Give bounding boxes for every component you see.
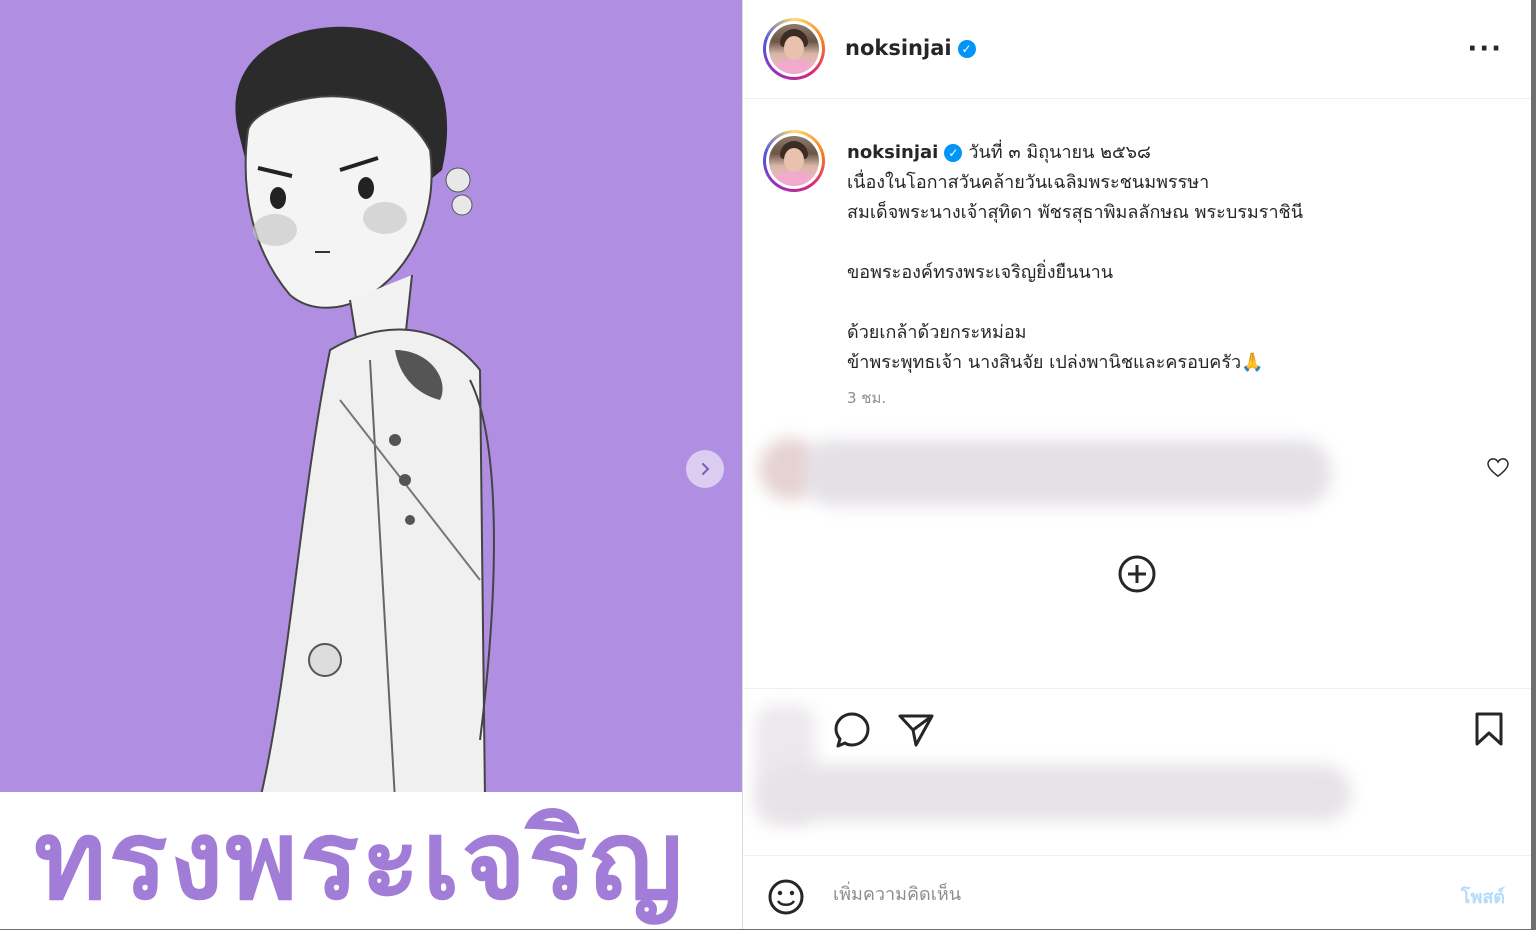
post-header: noksinjai ✓ ··· xyxy=(743,0,1531,99)
header-avatar[interactable] xyxy=(763,18,825,80)
caption-line: ขอพระองค์ทรงพระเจริญยิ่งยืนนาน xyxy=(847,262,1114,283)
post-dialog: ทรงพระเจริญ noksinjai ✓ ··· noksinjai ✓ วัน… xyxy=(0,0,1531,929)
comment-icon[interactable] xyxy=(833,711,871,753)
post-actions xyxy=(743,688,1531,855)
load-more-comments-icon[interactable] xyxy=(1117,554,1157,598)
share-icon[interactable] xyxy=(897,711,935,753)
post-time: 3 ชม. xyxy=(847,389,887,407)
caption-line: เนื่องในโอกาสวันคล้ายวันเฉลิมพระชนมพรรษา xyxy=(847,172,1210,193)
caption-line: สมเด็จพระนางเจ้าสุทิดา พัชรสุธาพิมลลักษณ… xyxy=(847,202,1304,223)
comment-input[interactable] xyxy=(831,876,1415,912)
caption-avatar[interactable] xyxy=(763,130,825,192)
blurred-comment xyxy=(803,440,1331,506)
verified-badge-icon: ✓ xyxy=(957,40,976,58)
chevron-right-icon xyxy=(702,463,710,475)
post-sidebar: noksinjai ✓ ··· noksinjai ✓ วันที่ ๓ มิถุนา… xyxy=(742,0,1531,929)
caption-username[interactable]: noksinjai xyxy=(847,142,938,163)
caption-line: ด้วยเกล้าด้วยกระหม่อม xyxy=(847,322,1027,343)
emoji-icon[interactable] xyxy=(767,878,805,920)
post-comment-button[interactable]: โพสต์ xyxy=(1461,882,1505,911)
post-caption: noksinjai ✓ วันที่ ๓ มิถุนายน ๒๕๖๘ เนื่องใ… xyxy=(847,138,1487,378)
woman-illustration xyxy=(235,26,495,800)
post-media[interactable]: ทรงพระเจริญ xyxy=(0,0,742,929)
caption-date: วันที่ ๓ มิถุนายน ๒๕๖๘ xyxy=(968,142,1151,163)
blurred-likes-summary xyxy=(761,765,1351,821)
save-bookmark-icon[interactable] xyxy=(1473,711,1505,751)
verified-badge-icon: ✓ xyxy=(944,144,963,162)
like-comment-heart-icon[interactable] xyxy=(1487,458,1509,482)
more-options-icon[interactable]: ··· xyxy=(1467,34,1503,64)
next-media-button[interactable] xyxy=(686,450,724,488)
username-text[interactable]: noksinjai xyxy=(845,36,952,60)
header-username[interactable]: noksinjai ✓ xyxy=(845,36,976,60)
caption-line: ข้าพระพุทธเจ้า นางสินจัย เปล่งพานิชและคร… xyxy=(847,352,1264,373)
comment-bar: โพสต์ xyxy=(743,855,1531,930)
media-overlay-text: ทรงพระเจริญ xyxy=(34,796,685,924)
